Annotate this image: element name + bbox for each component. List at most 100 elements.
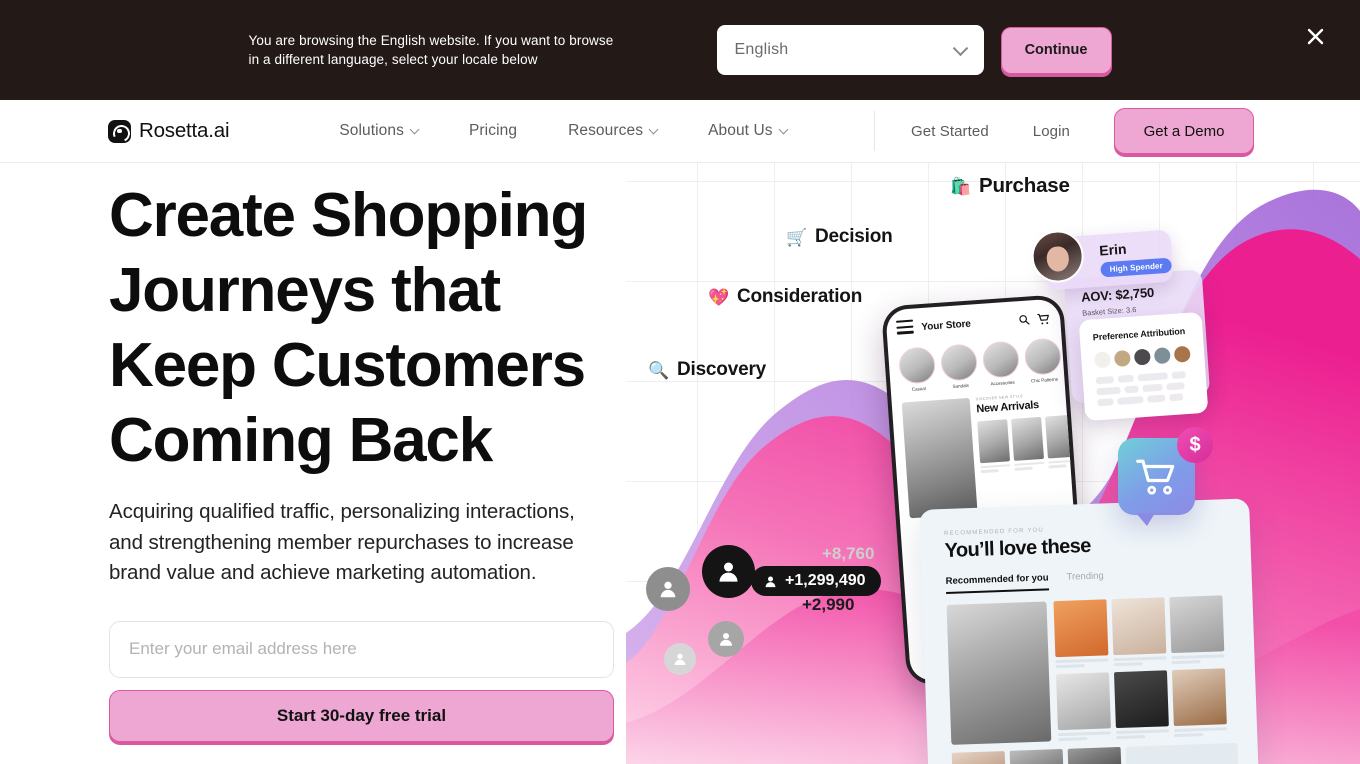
hero-illustration: 🔍 Discovery 💖 Consideration 🛒 Decision 🛍… <box>626 163 1360 764</box>
list-item[interactable]: Accessories <box>981 340 1021 387</box>
person-icon <box>674 653 686 665</box>
stage-decision: 🛒 Decision <box>786 226 893 248</box>
tab-trending[interactable]: Trending <box>1066 570 1104 589</box>
heart-icon: 💖 <box>708 287 729 307</box>
shopping-bags-icon: 🛍️ <box>950 176 971 196</box>
dollar-badge: $ <box>1177 427 1213 463</box>
store-header-icons <box>1018 312 1051 327</box>
language-select-value: English <box>734 41 789 58</box>
hamburger-menu-icon[interactable] <box>895 319 914 338</box>
recommendation-tabs: Recommended for you Trending <box>945 565 1252 594</box>
category-list: Casual Sandals Accessories Chic Patterns <box>897 337 1063 393</box>
stage-consideration: 💖 Consideration <box>708 286 862 308</box>
language-select[interactable]: English <box>716 25 984 75</box>
recommendation-grid <box>1053 595 1248 742</box>
swatch <box>1093 351 1111 369</box>
nav-item-get-started[interactable]: Get Started <box>911 123 989 140</box>
recommendation-body <box>946 594 1258 745</box>
email-field[interactable] <box>109 620 614 678</box>
stat-top-number: +8,760 <box>822 544 875 563</box>
locale-message: You are browsing the English website. If… <box>248 33 614 67</box>
nav-item-login[interactable]: Login <box>1033 123 1070 140</box>
stat-bottom-number: +2,990 <box>802 595 855 614</box>
stage-purchase-label: Purchase <box>978 174 1070 197</box>
nav-item-solutions-label: Solutions <box>339 122 404 139</box>
nav-item-resources[interactable]: Resources <box>568 122 659 140</box>
list-item[interactable] <box>1113 669 1170 739</box>
hero-copy: Create Shopping Journeys that Keep Custo… <box>0 163 620 764</box>
brand-logo[interactable]: Rosetta.ai <box>108 119 230 143</box>
main-navbar: Rosetta.ai Solutions Pricing Resources A… <box>0 100 1360 163</box>
swatch <box>1173 345 1191 363</box>
recommendation-panel: RECOMMENDED FOR YOU You’ll love these Re… <box>919 498 1259 764</box>
list-item[interactable] <box>1171 667 1228 737</box>
nav-secondary-links: Get Started Login Get a Demo <box>873 108 1254 154</box>
nav-item-about-us-label: About Us <box>708 122 773 139</box>
product-grid <box>977 411 1085 474</box>
continue-button[interactable]: Continue <box>1000 26 1112 74</box>
category-label: Sandals <box>952 382 969 389</box>
category-thumb <box>939 343 979 382</box>
person-icon <box>719 562 738 582</box>
category-thumb <box>897 345 937 385</box>
list-item[interactable] <box>951 751 1006 764</box>
chevron-down-icon <box>409 124 420 134</box>
person-icon <box>660 581 676 598</box>
store-header: Your Store <box>895 310 1051 338</box>
hero-subtitle: Acquiring qualified traffic, personalizi… <box>109 500 575 584</box>
nav-item-pricing[interactable]: Pricing <box>469 122 517 140</box>
search-icon[interactable] <box>1018 314 1031 327</box>
store-body: DISCOVER NEW STYLE New Arrivals <box>901 392 1085 519</box>
list-item[interactable] <box>977 419 1011 474</box>
store-name: Your Store <box>921 318 972 333</box>
brand-name: Rosetta.ai <box>139 119 230 142</box>
avatar <box>646 567 690 611</box>
stage-discovery-label: Discovery <box>676 359 767 380</box>
store-hero-image <box>901 397 978 519</box>
recommendation-hero-image <box>946 601 1052 745</box>
close-banner-button[interactable] <box>1301 22 1329 50</box>
list-item[interactable]: Chic Patterns <box>1023 337 1063 384</box>
preference-attribution-card: Preference Attribution <box>1078 311 1209 422</box>
category-thumb <box>981 340 1021 379</box>
nav-item-about-us[interactable]: About Us <box>708 122 789 140</box>
list-item[interactable] <box>1055 671 1112 741</box>
avatar <box>708 621 744 657</box>
nav-main-links: Solutions Pricing Resources About Us <box>339 122 789 140</box>
list-item[interactable] <box>1009 748 1064 764</box>
list-item[interactable] <box>1111 597 1167 667</box>
category-label: Accessories <box>990 379 1015 387</box>
chevron-down-icon <box>648 124 659 134</box>
stage-decision-label: Decision <box>814 226 893 247</box>
get-a-demo-button[interactable]: Get a Demo <box>1114 108 1254 154</box>
list-item[interactable] <box>1011 416 1045 471</box>
category-label: Chic Patterns <box>1030 376 1059 384</box>
locale-banner: You are browsing the English website. If… <box>0 0 1360 100</box>
chevron-down-icon <box>952 40 968 57</box>
stat-pill: +1,299,490 <box>751 566 881 596</box>
color-swatches <box>1093 345 1205 369</box>
page-title: Create Shopping Journeys that Keep Custo… <box>109 181 588 475</box>
list-item[interactable] <box>1125 742 1239 764</box>
list-item[interactable] <box>1053 599 1109 669</box>
status-badge: High Spender <box>1100 257 1173 278</box>
list-item[interactable]: Casual <box>897 345 937 392</box>
new-arrivals-section: DISCOVER NEW STYLE New Arrivals <box>976 388 1085 513</box>
list-item[interactable] <box>1067 746 1122 764</box>
cart-icon[interactable] <box>1037 312 1051 326</box>
person-icon <box>720 633 732 646</box>
rosetta-logo-icon <box>108 119 131 143</box>
magnifier-icon: 🔍 <box>648 360 669 380</box>
nav-item-resources-label: Resources <box>568 122 644 139</box>
nav-item-solutions[interactable]: Solutions <box>339 122 420 140</box>
list-item[interactable] <box>1169 595 1225 665</box>
start-free-trial-button[interactable]: Start 30-day free trial <box>109 689 614 742</box>
list-item[interactable]: Sandals <box>939 343 979 389</box>
avatar <box>664 643 696 675</box>
close-icon <box>1307 28 1323 44</box>
stage-purchase: 🛍️ Purchase <box>950 174 1070 198</box>
stage-discovery: 🔍 Discovery <box>648 359 766 381</box>
tab-recommended-for-you[interactable]: Recommended for you <box>945 572 1050 594</box>
customer-profile-card: Erin High Spender <box>1029 228 1174 291</box>
category-label: Casual <box>911 385 926 392</box>
